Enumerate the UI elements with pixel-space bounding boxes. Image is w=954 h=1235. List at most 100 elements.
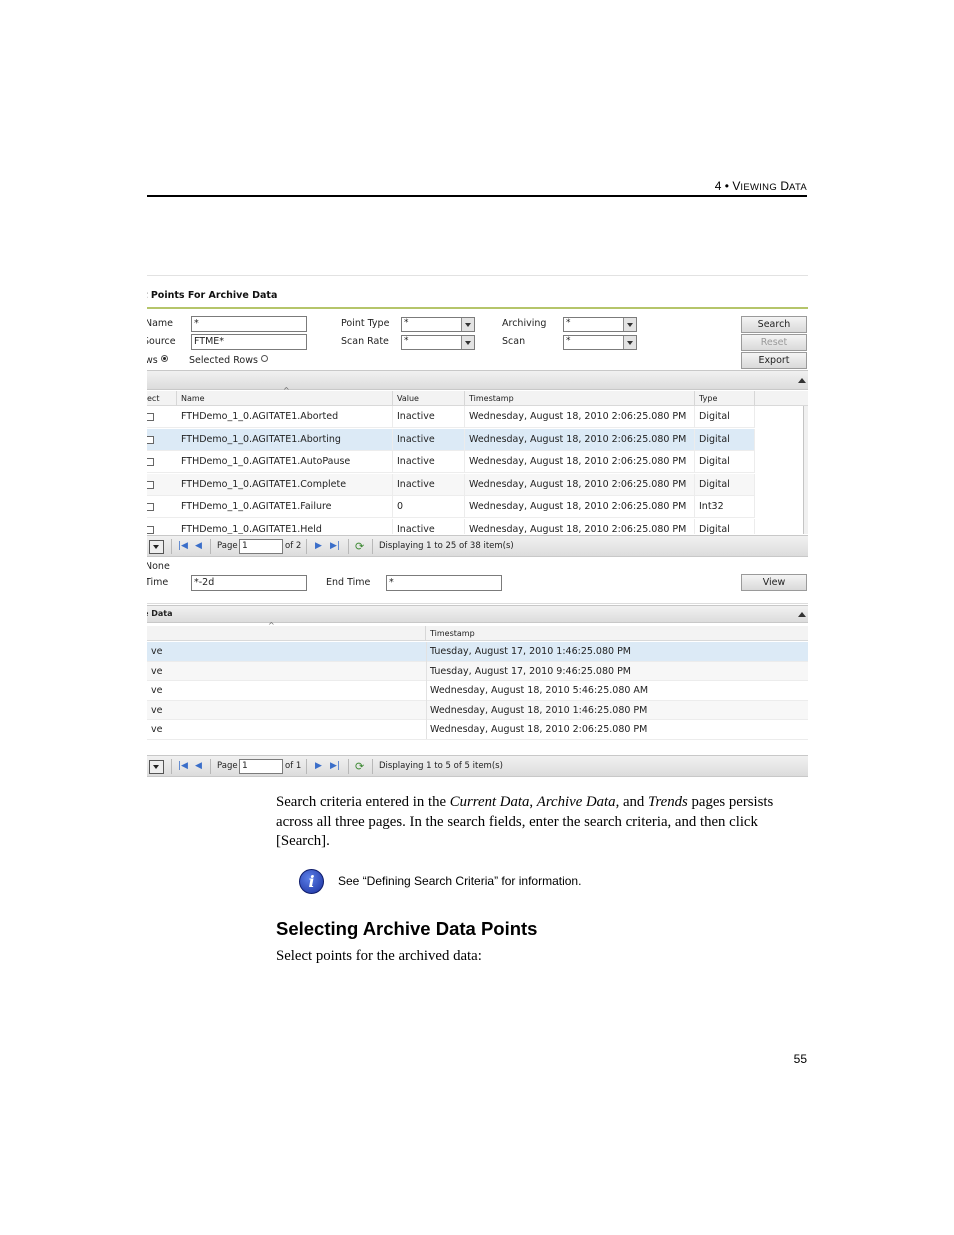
cell-timestamp: Tuesday, August 17, 2010 9:46:25.080 PM: [430, 665, 631, 677]
page-number: 55: [793, 1052, 807, 1066]
title-underline: [147, 307, 808, 309]
cell-type: Digital: [695, 473, 755, 496]
page-input[interactable]: 1: [239, 759, 283, 774]
checkbox-icon[interactable]: [147, 480, 154, 489]
pager-divider: [306, 759, 307, 774]
cell-value: Inactive: [393, 406, 465, 428]
sort-ascending-icon: ^: [268, 621, 275, 630]
page-size-select[interactable]: [149, 760, 164, 774]
cell-name: FTHDemo_1_0.AGITATE1.Aborting: [177, 428, 393, 451]
pager-display-text: Displaying 1 to 5 of 5 item(s): [379, 761, 503, 771]
table-row[interactable]: FTHDemo_1_0.AGITATE1.Aborting Inactive W…: [147, 428, 755, 451]
table-row[interactable]: ve Wednesday, August 18, 2010 2:06:25.08…: [147, 720, 808, 740]
col-type[interactable]: Type: [695, 391, 755, 406]
table-row[interactable]: ve Wednesday, August 18, 2010 5:46:25.08…: [147, 681, 808, 701]
table-row[interactable]: FTHDemo_1_0.AGITATE1.Failure 0 Wednesday…: [147, 496, 755, 518]
col-select[interactable]: ect: [147, 391, 177, 406]
chevron-down-icon: [461, 336, 474, 349]
selected-rows-radio-label[interactable]: Selected Rows: [189, 355, 268, 366]
view-button[interactable]: View: [741, 574, 807, 591]
table-row[interactable]: FTHDemo_1_0.AGITATE1.AutoPause Inactive …: [147, 451, 755, 473]
checkbox-icon[interactable]: [147, 503, 154, 511]
checkbox-icon[interactable]: [147, 435, 154, 444]
column-divider: [426, 642, 427, 739]
last-page-icon[interactable]: ▶|: [330, 761, 340, 771]
end-time-input[interactable]: *: [386, 575, 502, 591]
search-button[interactable]: Search: [741, 316, 807, 333]
all-rows-radio-label[interactable]: ws: [147, 355, 168, 366]
cell-type: Digital: [695, 518, 755, 534]
cell-timestamp: Wednesday, August 18, 2010 2:06:25.080 P…: [465, 518, 695, 534]
archiving-select[interactable]: *: [563, 317, 637, 332]
page-input[interactable]: 1: [239, 539, 283, 554]
table-row[interactable]: FTHDemo_1_0.AGITATE1.Held Inactive Wedne…: [147, 518, 755, 534]
section-paragraph: Select points for the archived data:: [276, 948, 482, 964]
cell-value: ve: [151, 724, 163, 735]
reset-button[interactable]: Reset: [741, 334, 807, 351]
cell-name: FTHDemo_1_0.AGITATE1.Failure: [177, 496, 393, 518]
info-icon: i: [299, 869, 324, 894]
table-row[interactable]: FTHDemo_1_0.AGITATE1.Complete Inactive W…: [147, 473, 755, 496]
checkbox-icon[interactable]: [147, 458, 154, 466]
page-size-select[interactable]: [149, 540, 164, 554]
grid-scrollbar[interactable]: [803, 406, 808, 534]
collapse-icon[interactable]: [797, 375, 807, 385]
cell-value: Inactive: [393, 428, 465, 451]
table-row[interactable]: ve Tuesday, August 17, 2010 9:46:25.080 …: [147, 661, 808, 681]
pager-divider: [210, 759, 211, 774]
cell-value: Inactive: [393, 473, 465, 496]
chevron-down-icon: [461, 318, 474, 331]
running-header: 4 • VIEWING DATA: [714, 179, 807, 193]
scan-rate-label: Scan Rate: [341, 336, 389, 347]
collapse-icon[interactable]: [797, 609, 807, 619]
scan-select[interactable]: *: [563, 335, 637, 350]
pager-divider: [348, 759, 349, 774]
first-page-icon[interactable]: |◀: [178, 761, 188, 771]
archiving-value: *: [566, 318, 571, 328]
scan-rate-value: *: [404, 336, 409, 346]
start-time-input[interactable]: *-2d: [191, 575, 307, 591]
pager-divider: [348, 539, 349, 554]
last-page-icon[interactable]: ▶|: [330, 541, 340, 551]
prev-page-icon[interactable]: ◀: [195, 761, 202, 771]
source-input[interactable]: FTME*: [191, 334, 307, 350]
next-page-icon[interactable]: ▶: [315, 541, 322, 551]
page-of-label: of 1: [285, 761, 302, 771]
next-page-icon[interactable]: ▶: [315, 761, 322, 771]
checkbox-icon[interactable]: [147, 413, 154, 421]
point-type-label: Point Type: [341, 318, 390, 329]
col-value[interactable]: Value: [393, 391, 465, 406]
table-row[interactable]: ve Tuesday, August 17, 2010 1:46:25.080 …: [147, 642, 808, 662]
cell-timestamp: Wednesday, August 18, 2010 2:06:25.080 P…: [465, 496, 695, 518]
archiving-label: Archiving: [502, 318, 547, 329]
cell-timestamp: Wednesday, August 18, 2010 5:46:25.080 A…: [430, 685, 649, 696]
scan-rate-select[interactable]: *: [401, 335, 475, 350]
checkbox-icon[interactable]: [147, 525, 154, 534]
col-timestamp[interactable]: Timestamp: [465, 391, 695, 406]
refresh-icon[interactable]: ⟳: [355, 760, 364, 773]
prev-page-icon[interactable]: ◀: [195, 541, 202, 551]
col-value[interactable]: [147, 626, 426, 641]
name-input[interactable]: *: [191, 316, 307, 332]
section-heading: Selecting Archive Data Points: [276, 918, 538, 939]
refresh-icon[interactable]: ⟳: [355, 540, 364, 553]
table-row[interactable]: FTHDemo_1_0.AGITATE1.Aborted Inactive We…: [147, 406, 755, 428]
export-button[interactable]: Export: [741, 352, 807, 369]
first-page-icon[interactable]: |◀: [178, 541, 188, 551]
top-divider: [147, 275, 808, 276]
archive-data-screenshot: t Points For Archive Data Name * Point T…: [147, 275, 808, 780]
points-grid-bar: [147, 370, 808, 390]
point-type-select[interactable]: *: [401, 317, 475, 332]
table-row[interactable]: ve Wednesday, August 18, 2010 1:46:25.08…: [147, 700, 808, 720]
cell-value: 0: [393, 496, 465, 518]
page-label: Page: [217, 761, 238, 771]
points-pager: |◀ ◀ Page 1 of 2 ▶ ▶| ⟳ Displaying 1 to …: [147, 535, 808, 557]
cell-type: Digital: [695, 428, 755, 451]
sort-ascending-icon: ^: [283, 386, 290, 395]
panel-title: t Points For Archive Data: [147, 290, 278, 301]
pager-display-text: Displaying 1 to 25 of 38 item(s): [379, 541, 514, 551]
cell-name: FTHDemo_1_0.AGITATE1.AutoPause: [177, 451, 393, 473]
none-radio-label[interactable]: None: [147, 561, 170, 572]
pager-divider: [171, 539, 172, 554]
col-timestamp[interactable]: Timestamp: [426, 626, 808, 641]
